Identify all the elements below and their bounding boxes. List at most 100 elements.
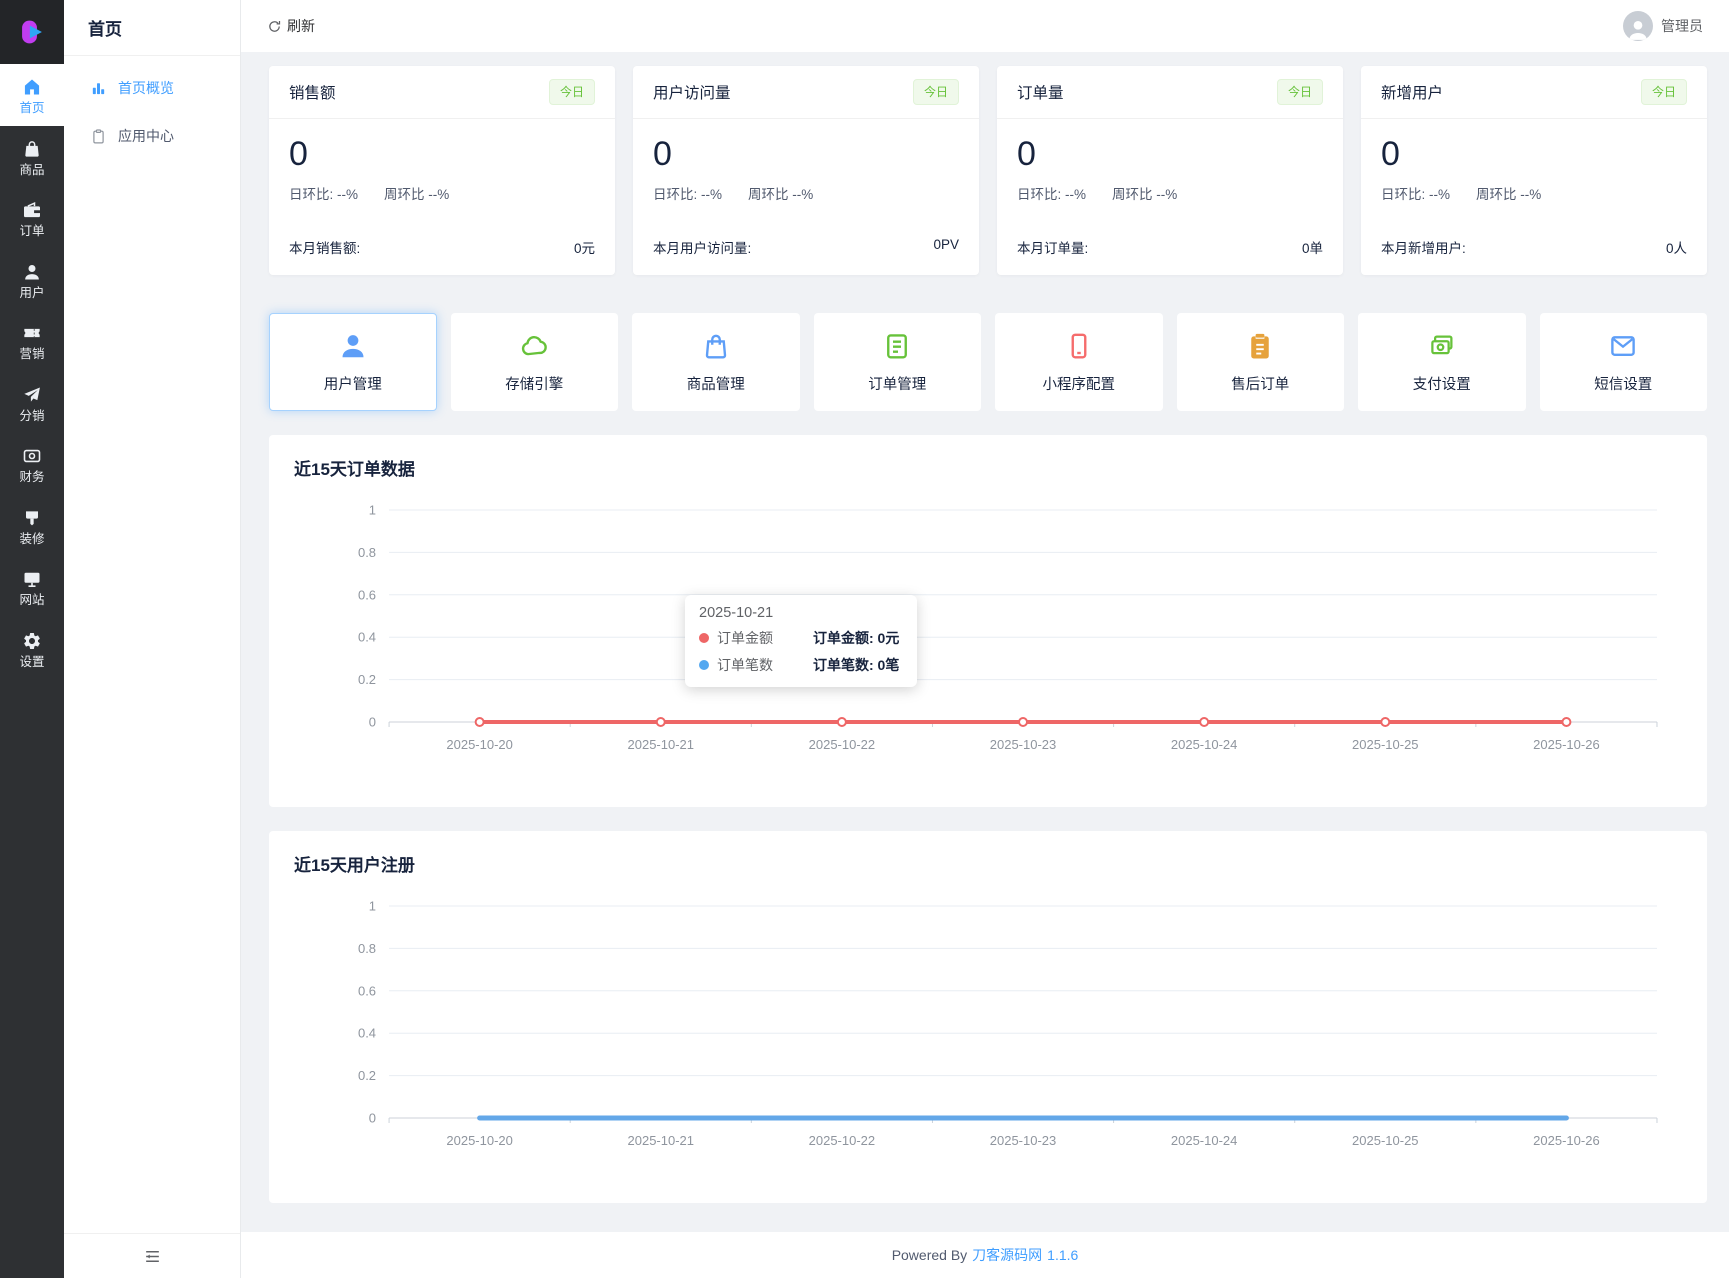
shortcut-row: 用户管理 存储引擎 商品管理 订单管理 小程序配置 售后订单 支付设置 短信设置: [269, 313, 1707, 412]
stat-ratios: 日环比: --% 周环比 --%: [1017, 183, 1323, 203]
svg-text:2025-10-23: 2025-10-23: [990, 1133, 1057, 1148]
decorate-paint-icon: [26, 510, 38, 525]
svg-text:0.8: 0.8: [358, 545, 376, 560]
refresh-button[interactable]: 刷新: [267, 16, 315, 36]
shortcut-label: 支付设置: [1412, 376, 1471, 393]
shortcut-label: 小程序配置: [1042, 376, 1116, 393]
registrations-chart-panel: 近15天用户注册 0 0.2 0.4 0.6 0.8 1 2025-10-20 2025-10…: [269, 831, 1707, 1204]
distribution-plane-icon: [24, 387, 40, 402]
orders-chart-title: 近15天订单数据: [294, 460, 415, 480]
line-chart-svg: 0 0.2 0.4 0.6 0.8 1 2025-10-20 2025-10-21 2025-1…: [358, 899, 1658, 1148]
shortcut-phone-outline[interactable]: 小程序配置: [995, 313, 1163, 412]
stat-value: 0: [289, 135, 308, 173]
submenu-item-label: 首页概览: [118, 80, 174, 96]
week-ratio: 周环比 --%: [384, 187, 450, 203]
sidebar-collapse-button[interactable]: [64, 1233, 240, 1278]
rail-item-label: 用户: [19, 285, 45, 300]
svg-text:2025-10-26: 2025-10-26: [1533, 737, 1600, 752]
stat-card: 用户访问量 今日 0 日环比: --% 周环比 --% 本月用户访问量: 0PV: [633, 66, 979, 276]
shortcut-label: 用户管理: [323, 376, 382, 393]
svg-text:2025-10-23: 2025-10-23: [990, 737, 1057, 752]
svg-text:2025-10-21: 2025-10-21: [628, 737, 695, 752]
rail-item-finance-money[interactable]: 财务: [0, 433, 64, 495]
series-value: 订单金额: 0元: [813, 630, 900, 647]
svg-text:0.6: 0.6: [358, 587, 376, 602]
secondary-sidebar: 首页 首页概览应用中心: [64, 0, 241, 1278]
shortcut-mail[interactable]: 短信设置: [1539, 313, 1707, 412]
rail-item-home[interactable]: 首页: [0, 64, 64, 126]
brand-logo-icon: [22, 20, 42, 44]
month-value: 0PV: [933, 237, 959, 253]
secondary-menu: 首页概览 应用中心: [64, 56, 240, 1233]
week-ratio: 周环比 --%: [1476, 187, 1542, 203]
svg-text:0.6: 0.6: [358, 983, 376, 998]
rail-item-marketing-ticket[interactable]: 营销: [0, 310, 64, 372]
stat-value: 0: [1017, 135, 1036, 173]
orders-chart-panel: 近15天订单数据 0 0.2 0.4 0.6 0.8 1 2025-10-20 2025-10…: [269, 435, 1707, 808]
shortcut-banknotes[interactable]: 支付设置: [1358, 313, 1526, 412]
svg-text:2025-10-21: 2025-10-21: [628, 1133, 695, 1148]
svg-text:1: 1: [369, 899, 376, 914]
rail-item-website-monitor[interactable]: 网站: [0, 556, 64, 618]
month-label: 本月用户访问量:: [653, 241, 752, 257]
finance-money-icon: [23, 449, 41, 463]
submenu-item-label: 应用中心: [118, 128, 174, 144]
today-badge: 今日: [548, 79, 595, 105]
week-ratio: 周环比 --%: [1112, 187, 1178, 203]
svg-text:0.2: 0.2: [358, 672, 376, 687]
version-text: 1.1.6: [1047, 1247, 1079, 1263]
today-badge: 今日: [912, 79, 959, 105]
refresh-label: 刷新: [287, 18, 315, 34]
rail-item-orders-briefcase[interactable]: 订单: [0, 187, 64, 249]
svg-text:0.2: 0.2: [358, 1068, 376, 1083]
shortcut-label: 短信设置: [1594, 376, 1653, 393]
shortcut-label: 订单管理: [868, 376, 927, 393]
stat-value: 0: [653, 135, 672, 173]
svg-text:0.8: 0.8: [358, 941, 376, 956]
shortcut-user-fill[interactable]: 用户管理: [269, 313, 437, 412]
submenu-item-app-center[interactable]: 应用中心: [64, 112, 240, 160]
clipboard-fill-icon: [1251, 333, 1269, 359]
stat-title: 新增用户: [1381, 85, 1444, 102]
tooltip-date: 2025-10-21: [699, 605, 774, 622]
month-value: 0单: [1301, 241, 1323, 257]
shortcut-clipboard-fill[interactable]: 售后订单: [1176, 313, 1344, 412]
brand-link[interactable]: 刀客源码网: [972, 1245, 1042, 1265]
svg-text:2025-10-26: 2025-10-26: [1533, 1133, 1600, 1148]
series-color-dot: [699, 633, 709, 644]
section-title: 首页: [64, 0, 240, 56]
day-ratio: 日环比: --%: [1017, 187, 1086, 203]
stat-ratios: 日环比: --% 周环比 --%: [289, 183, 595, 203]
shortcut-label: 商品管理: [686, 376, 745, 393]
month-label: 本月订单量:: [1017, 241, 1089, 257]
rail-item-label: 分销: [19, 408, 45, 423]
shortcut-doc-outline[interactable]: 订单管理: [813, 313, 981, 412]
stat-month-row: 本月新增用户: 0人: [1381, 237, 1687, 257]
powered-by-text: Powered By: [891, 1247, 968, 1263]
orders-briefcase-icon: [24, 202, 40, 218]
page-footer: Powered By 刀客源码网 1.1.6: [241, 1232, 1729, 1278]
svg-text:2025-10-20: 2025-10-20: [446, 1133, 513, 1148]
shortcut-bag-outline[interactable]: 商品管理: [632, 313, 800, 412]
app-center-icon: [93, 128, 104, 143]
stat-card: 销售额 今日 0 日环比: --% 周环比 --% 本月销售额: 0元: [269, 66, 615, 276]
rail-item-label: 商品: [19, 162, 45, 177]
rail-item-user[interactable]: 用户: [0, 249, 64, 311]
rail-item-settings-gear[interactable]: 设置: [0, 618, 64, 680]
day-ratio: 日环比: --%: [653, 187, 722, 203]
stat-month-row: 本月订单量: 0单: [1017, 237, 1323, 257]
primary-nav: 首页商品订单用户营销分销财务 装修 网站 设置: [0, 64, 64, 679]
stats-row: 销售额 今日 0 日环比: --% 周环比 --% 本月销售额: 0元 用户访问…: [269, 66, 1707, 276]
rail-item-goods-bag[interactable]: 商品: [0, 126, 64, 188]
user-menu[interactable]: 管理员: [1623, 11, 1703, 41]
submenu-item-overview-chart[interactable]: 首页概览: [64, 64, 240, 112]
rail-item-decorate-paint[interactable]: 装修: [0, 495, 64, 557]
avatar-person-icon: [1629, 20, 1647, 40]
stat-card-header: 订单量 今日: [997, 66, 1343, 119]
shortcut-cloud[interactable]: 存储引擎: [450, 313, 618, 412]
orders-chart: 0 0.2 0.4 0.6 0.8 1 2025-10-20 2025-10-21 2025-1…: [294, 492, 1682, 795]
settings-gear-icon: [24, 632, 40, 649]
stat-card-body: 0 日环比: --% 周环比 --% 本月销售额: 0元: [269, 119, 615, 275]
app-logo[interactable]: [0, 0, 64, 64]
rail-item-distribution-plane[interactable]: 分销: [0, 372, 64, 434]
